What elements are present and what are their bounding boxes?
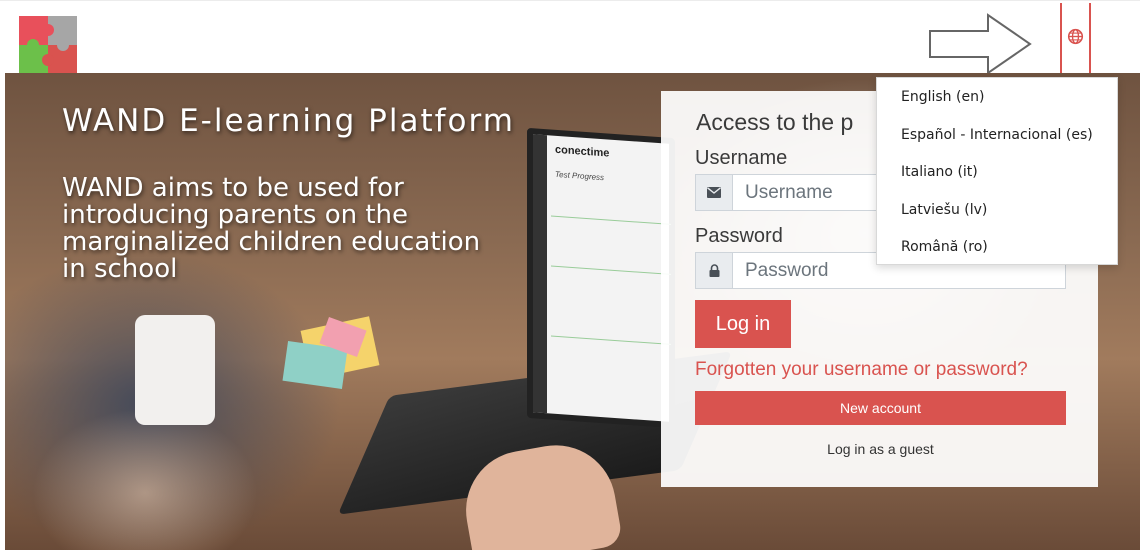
lock-icon — [696, 253, 733, 288]
coffee-cup — [135, 315, 215, 425]
new-account-button[interactable]: New account — [695, 391, 1066, 425]
top-navbar — [0, 0, 1140, 75]
puzzle-logo-icon[interactable] — [19, 16, 77, 74]
hero-description: WAND aims to be used for introducing par… — [62, 173, 481, 284]
language-menu-toggle[interactable] — [1060, 3, 1091, 74]
language-item-lv[interactable]: Latviešu (lv) — [877, 197, 1117, 235]
globe-icon — [1067, 28, 1084, 49]
guest-login-link[interactable]: Log in as a guest — [695, 441, 1066, 457]
forgot-password-link[interactable]: Forgotten your username or password? — [695, 359, 1028, 381]
password-label: Password — [695, 225, 783, 247]
hero-title: WAND E-learning Platform — [62, 103, 515, 139]
username-label: Username — [695, 147, 788, 169]
arrow-right-outline-icon — [928, 13, 1033, 79]
envelope-icon — [696, 175, 733, 210]
language-item-en[interactable]: English (en) — [877, 84, 1117, 122]
screen-heading: Test Progress — [555, 169, 605, 183]
login-heading: Access to the p — [696, 109, 854, 135]
language-dropdown-menu: English (en) Español - Internacional (es… — [876, 77, 1118, 265]
laptop-screen: conectime Test Progress — [527, 127, 675, 429]
login-button[interactable]: Log in — [695, 300, 791, 348]
language-item-it[interactable]: Italiano (it) — [877, 159, 1117, 197]
screen-brand: conectime — [555, 143, 610, 160]
language-item-ro[interactable]: Română (ro) — [877, 234, 1117, 272]
language-item-es[interactable]: Español - Internacional (es) — [877, 122, 1117, 160]
